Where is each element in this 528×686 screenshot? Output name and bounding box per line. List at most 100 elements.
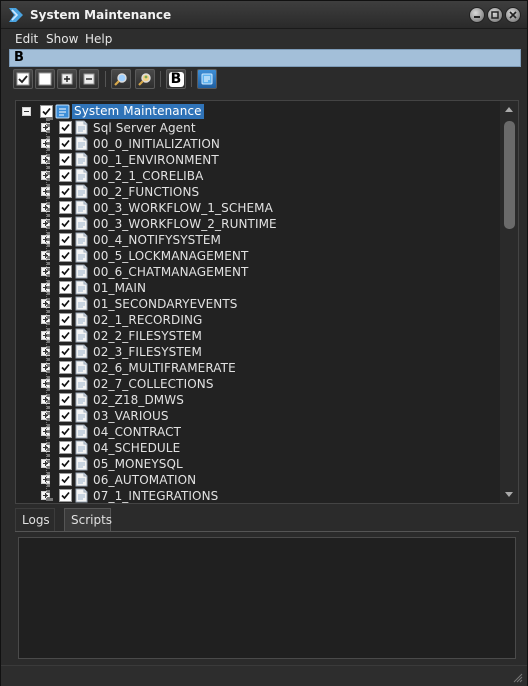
vertical-scrollbar[interactable] [500,101,518,503]
resize-grip-icon[interactable] [511,671,523,683]
minimize-button[interactable] [469,7,485,23]
tree-item-checkbox[interactable] [59,233,72,246]
address-strip[interactable]: B [9,49,521,67]
tree-item-checkbox[interactable] [59,489,72,502]
tab-scripts[interactable]: Scripts [64,508,112,532]
tree-item-label[interactable]: 00_3_WORKFLOW_2_RUNTIME [93,217,277,231]
uncheck-all-button[interactable] [35,69,55,89]
tree-item-checkbox[interactable] [59,393,72,406]
search-user-button[interactable] [135,69,155,89]
tree-item-label[interactable]: 00_6_CHATMANAGEMENT [93,265,248,279]
tree-item-row[interactable]: 00_6_CHATMANAGEMENT [16,264,500,280]
menu-show[interactable]: Show [44,31,80,47]
tree-item-row[interactable]: 00_2_1_CORELIBA [16,168,500,184]
tree-item-label[interactable]: 00_2_FUNCTIONS [93,185,199,199]
tree-item-checkbox[interactable] [59,169,72,182]
scroll-up-arrow[interactable] [503,103,515,115]
tree-item-row[interactable]: 01_SECONDARYEVENTS [16,296,500,312]
tree-item-checkbox[interactable] [59,137,72,150]
tree-item-label[interactable]: 02_2_FILESYSTEM [93,329,202,343]
tree-item-label[interactable]: 00_3_WORKFLOW_1_SCHEMA [93,201,273,215]
run-script-button[interactable] [197,69,217,89]
tree-item-row[interactable]: 02_1_RECORDING [16,312,500,328]
tree-item-checkbox[interactable] [59,217,72,230]
tree-item-row[interactable]: 01_MAIN [16,280,500,296]
tree-item-row[interactable]: 00_1_ENVIRONMENT [16,152,500,168]
tree-item-checkbox[interactable] [59,473,72,486]
tree-item-label[interactable]: 00_5_LOCKMANAGEMENT [93,249,248,263]
scripts-output-panel[interactable] [18,537,516,659]
expand-all-button[interactable] [57,69,77,89]
tree-item-checkbox[interactable] [59,345,72,358]
tree-item-label[interactable]: 00_4_NOTIFYSYSTEM [93,233,221,247]
tree-item-label[interactable]: 02_6_MULTIFRAMERATE [93,361,236,375]
tree-item-label[interactable]: 02_3_FILESYSTEM [93,345,202,359]
tree-item-label[interactable]: 02_7_COLLECTIONS [93,377,214,391]
tree-item-row[interactable]: Sql Server Agent [16,120,500,136]
tree-item-row[interactable]: 02_7_COLLECTIONS [16,376,500,392]
tree-item-label[interactable]: 00_1_ENVIRONMENT [93,153,219,167]
tree-item-row[interactable]: 00_2_FUNCTIONS [16,184,500,200]
tree-item-row[interactable]: 00_3_WORKFLOW_1_SCHEMA [16,200,500,216]
tree-item-checkbox[interactable] [59,377,72,390]
tree-item-row[interactable]: 00_3_WORKFLOW_2_RUNTIME [16,216,500,232]
tree-item-row[interactable]: 03_VARIOUS [16,408,500,424]
tree-item-row[interactable]: 07_1_INTEGRATIONS [16,488,500,503]
tree-item-checkbox[interactable] [59,185,72,198]
collapse-toggle-icon[interactable] [22,107,31,116]
tree-item-label[interactable]: 01_MAIN [93,281,146,295]
tree-item-label[interactable]: 03_VARIOUS [93,409,169,423]
tree-item-checkbox[interactable] [59,281,72,294]
scroll-thumb[interactable] [504,121,515,229]
tree-item-checkbox[interactable] [59,457,72,470]
tree-item-checkbox[interactable] [59,121,72,134]
tree-item-checkbox[interactable] [59,297,72,310]
tree-item-checkbox[interactable] [59,329,72,342]
tree-item-row[interactable]: 04_CONTRACT [16,424,500,440]
collapse-all-button[interactable] [79,69,99,89]
maximize-button[interactable] [487,7,503,23]
tree-item-checkbox[interactable] [59,249,72,262]
tree-view[interactable]: System Maintenance Sql Server Agent 00_0_I… [15,100,519,504]
tree-root-row[interactable]: System Maintenance [16,104,500,120]
title-bar[interactable]: System Maintenance [1,1,527,29]
tree-item-label[interactable]: 06_AUTOMATION [93,473,196,487]
close-button[interactable] [505,7,521,23]
tree-item-label[interactable]: Sql Server Agent [93,121,196,135]
search-button[interactable] [111,69,131,89]
tree-item-checkbox[interactable] [59,361,72,374]
tree-item-row[interactable]: 00_4_NOTIFYSYSTEM [16,232,500,248]
tree-item-checkbox[interactable] [59,441,72,454]
tree-item-checkbox[interactable] [59,201,72,214]
tree-item-row[interactable]: 05_MONEYSQL [16,456,500,472]
tree-item-row[interactable]: 02_6_MULTIFRAMERATE [16,360,500,376]
scroll-down-arrow[interactable] [503,489,515,501]
tree-item-checkbox[interactable] [59,409,72,422]
tree-item-label[interactable]: 00_2_1_CORELIBA [93,169,203,183]
tree-item-label[interactable]: 04_CONTRACT [93,425,181,439]
tree-item-label[interactable]: 00_0_INITIALIZATION [93,137,220,151]
tab-logs[interactable]: Logs [15,508,55,532]
tree-item-checkbox[interactable] [59,265,72,278]
tree-item-label[interactable]: 02_Z18_DMWS [93,393,184,407]
tree-item-row[interactable]: 04_SCHEDULE [16,440,500,456]
tree-item-checkbox[interactable] [59,425,72,438]
tree-item-label[interactable]: 05_MONEYSQL [93,457,183,471]
tree-item-label[interactable]: 01_SECONDARYEVENTS [93,297,238,311]
menu-edit[interactable]: Edit [13,31,40,47]
tree-root-label[interactable]: System Maintenance [72,104,204,119]
menu-help[interactable]: Help [83,31,114,47]
tree-item-checkbox[interactable] [59,313,72,326]
b-button[interactable]: B [166,69,186,89]
tree-item-row[interactable]: 00_0_INITIALIZATION [16,136,500,152]
check-all-button[interactable] [13,69,33,89]
tree-item-checkbox[interactable] [59,153,72,166]
tree-item-row[interactable]: 02_3_FILESYSTEM [16,344,500,360]
tree-item-row[interactable]: 02_2_FILESYSTEM [16,328,500,344]
tree-item-label[interactable]: 02_1_RECORDING [93,313,202,327]
tree-item-row[interactable]: 02_Z18_DMWS [16,392,500,408]
tree-item-label[interactable]: 04_SCHEDULE [93,441,180,455]
tree-item-label[interactable]: 07_1_INTEGRATIONS [93,489,218,503]
tree-item-row[interactable]: 00_5_LOCKMANAGEMENT [16,248,500,264]
tree-item-row[interactable]: 06_AUTOMATION [16,472,500,488]
